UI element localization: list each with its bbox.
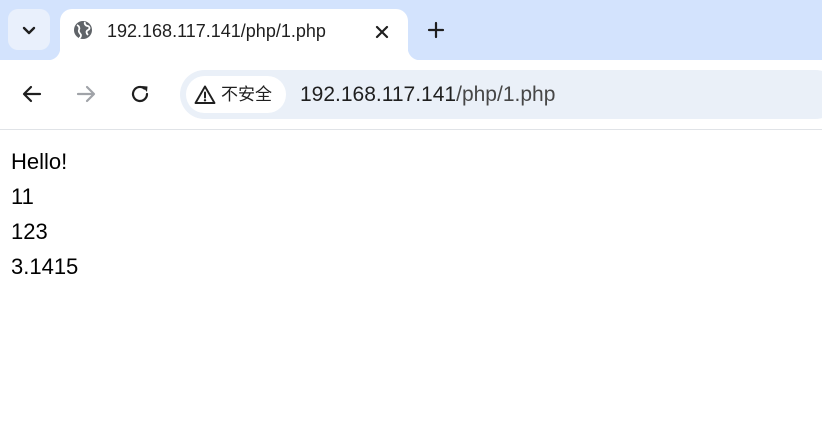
active-tab[interactable]: 192.168.117.141/php/1.php bbox=[48, 9, 420, 60]
reload-icon bbox=[131, 85, 149, 103]
tab-title: 192.168.117.141/php/1.php bbox=[107, 21, 326, 41]
arrow-right-icon bbox=[76, 85, 96, 103]
output-line: 123 bbox=[11, 219, 48, 244]
url-path: /php/1.php bbox=[456, 83, 556, 106]
tab-strip: 192.168.117.141/php/1.php bbox=[0, 0, 822, 60]
arrow-left-icon bbox=[22, 85, 42, 103]
output-line: Hello! bbox=[11, 149, 68, 174]
page-content: Hello! 11 123 3.1415 bbox=[11, 146, 78, 286]
close-icon bbox=[375, 25, 389, 39]
back-button[interactable] bbox=[20, 82, 44, 106]
forward-button[interactable] bbox=[74, 82, 98, 106]
url-host: 192.168.117.141 bbox=[300, 83, 457, 106]
navigation-toolbar: 不安全 192.168.117.141/php/1.php bbox=[0, 60, 822, 130]
chevron-down-icon bbox=[22, 26, 36, 34]
address-bar[interactable]: 不安全 192.168.117.141/php/1.php bbox=[180, 70, 822, 119]
security-label: 不安全 bbox=[221, 85, 272, 105]
url-text[interactable]: 192.168.117.141/php/1.php bbox=[300, 82, 555, 107]
warning-icon bbox=[194, 85, 216, 104]
output-line: 3.1415 bbox=[11, 254, 79, 279]
new-tab-button[interactable] bbox=[424, 18, 448, 42]
security-indicator[interactable]: 不安全 bbox=[186, 76, 286, 113]
globe-icon bbox=[74, 21, 92, 39]
plus-icon bbox=[427, 21, 445, 39]
tab-close-button[interactable] bbox=[370, 20, 394, 44]
tab-search-button[interactable] bbox=[8, 9, 50, 50]
reload-button[interactable] bbox=[128, 82, 152, 106]
output-line: 11 bbox=[11, 184, 34, 209]
